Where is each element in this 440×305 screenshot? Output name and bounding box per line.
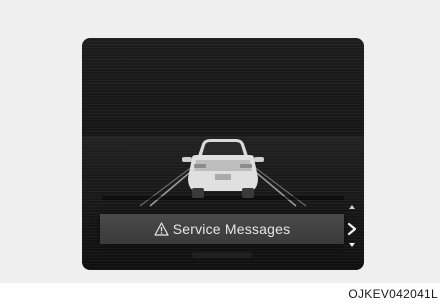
bottom-reflection — [192, 252, 252, 258]
figure-code: OJKEV042041L — [348, 287, 438, 301]
service-messages-bar[interactable]: Service Messages — [100, 214, 344, 244]
arrow-up-icon[interactable] — [348, 204, 356, 210]
instrument-cluster-display: Service Messages — [82, 38, 364, 270]
warning-triangle-icon — [154, 222, 169, 236]
service-messages-label: Service Messages — [172, 221, 291, 237]
arrow-down-icon[interactable] — [348, 242, 356, 248]
chevron-right-icon[interactable] — [347, 222, 357, 236]
